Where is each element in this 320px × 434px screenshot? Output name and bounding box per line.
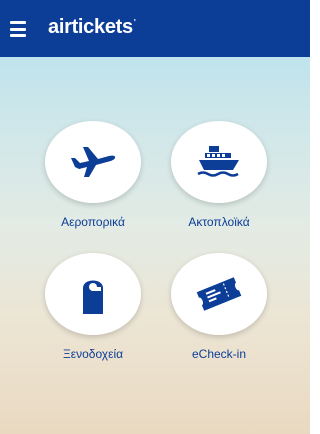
echeckin-circle[interactable] [171,253,267,335]
flights-label: Αεροπορικά [61,215,125,229]
echeckin-label: eCheck-in [191,347,247,361]
app-bar: airtickets' [0,0,310,57]
ferries-tile[interactable]: Ακτοπλοϊκά [164,121,274,251]
ship-icon [197,146,239,177]
brand-mark: ' [133,18,136,27]
hotels-tile[interactable]: Ξενοδοχεία [38,253,148,383]
brand-name: airtickets [48,16,133,38]
hamburger-menu-icon[interactable] [10,21,30,37]
brand-logo[interactable]: airtickets' [48,16,136,39]
door-hanger-icon [83,280,103,314]
echeckin-tile[interactable]: eCheck-in [164,253,274,383]
ferries-label: Ακτοπλοϊκά [188,215,250,229]
ferries-circle[interactable] [171,121,267,203]
ticket-icon [196,277,242,311]
hotels-label: Ξενοδοχεία [62,347,124,361]
home-menu: Αεροπορικά Ακτοπλοϊκά Ξενοδοχεία eCheck-… [0,57,310,434]
hotels-circle[interactable] [45,253,141,335]
airplane-icon [71,147,116,177]
flights-tile[interactable]: Αεροπορικά [38,121,148,251]
flights-circle[interactable] [45,121,141,203]
